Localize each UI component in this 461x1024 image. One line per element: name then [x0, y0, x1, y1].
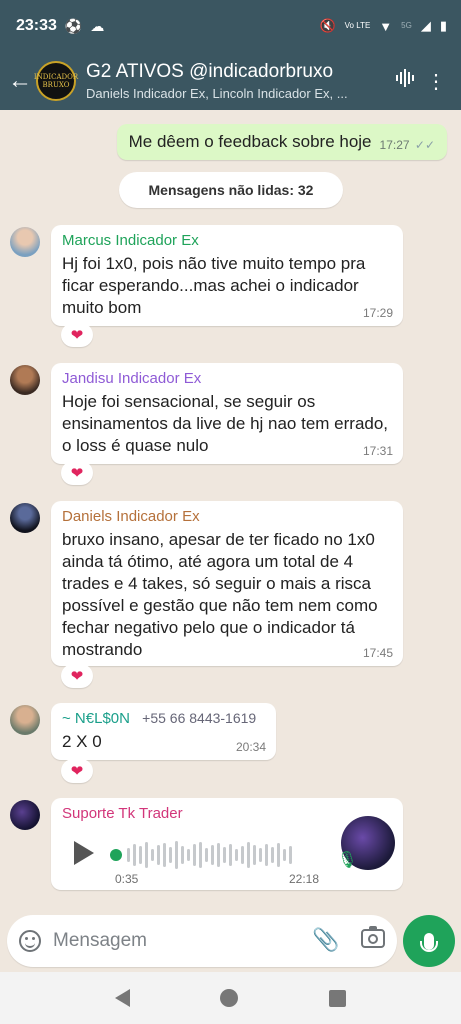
chat-header: ← INDICADOR BRUXO G2 ATIVOS @indicadorbr… [0, 52, 461, 110]
signal-icon: ◢ [420, 18, 431, 33]
message-text: Hj foi 1x0, pois não tive muito tempo pr… [62, 254, 366, 317]
reaction-badge[interactable]: ❤ [61, 461, 93, 485]
message-time: 20:34 [235, 740, 266, 754]
status-time: 23:33 [16, 17, 57, 34]
double-check-icon: ✓✓ [414, 138, 435, 152]
message-sender: Marcus Indicador Ex [62, 232, 199, 249]
group-avatar-text: INDICADOR BRUXO [33, 73, 79, 89]
battery-icon: ▮ [439, 18, 447, 33]
message-bubble[interactable]: ~ N€L$0N +55 66 8443-1619 2 X 0 20:34 [51, 703, 276, 760]
group-avatar[interactable]: INDICADOR BRUXO [33, 61, 79, 101]
voice-message[interactable]: Suporte Tk Trader 0:35 22:18 🎙 [51, 798, 403, 890]
system-nav-bar [0, 972, 461, 1024]
message-text: Hoje foi sensacional, se seguir os ensin… [62, 392, 389, 455]
heart-icon: ❤ [70, 465, 84, 482]
message-sender: Jandisu Indicador Ex [62, 370, 202, 387]
camera-icon[interactable] [361, 926, 385, 948]
avatar[interactable] [10, 800, 40, 830]
message-input[interactable] [53, 928, 293, 954]
mic-icon [420, 932, 438, 952]
nav-home-icon[interactable] [220, 989, 239, 1007]
reaction-badge[interactable]: ❤ [61, 323, 93, 347]
sender-phone: +55 66 8443-1619 [142, 710, 257, 726]
message-time: 17:45 [362, 646, 393, 660]
message-sender: Suporte Tk Trader [62, 805, 183, 822]
attach-icon[interactable]: 📎 [312, 927, 339, 953]
seek-handle[interactable] [110, 849, 122, 861]
back-arrow-icon[interactable]: ← [2, 67, 38, 95]
avatar[interactable] [10, 503, 40, 533]
message-sender-row: ~ N€L$0N +55 66 8443-1619 [62, 710, 265, 727]
wifi-icon: ▼ [379, 18, 393, 34]
message-bubble[interactable]: Daniels Indicador Ex bruxo insano, apesa… [51, 501, 403, 666]
soccer-ball-icon: ⚽ [64, 17, 83, 34]
status-bar: 23:33 ⚽ ☁ 🔇 Vo LTE ▼ 5G ◢ ▮ [0, 0, 461, 52]
nav-back-icon[interactable] [115, 989, 131, 1007]
cloud-icon: ☁ [90, 17, 105, 34]
heart-icon: ❤ [70, 327, 84, 344]
input-bar: 📎 [0, 910, 461, 972]
group-title: G2 ATIVOS @indicadorbruxo [86, 61, 334, 82]
header-titles[interactable]: G2 ATIVOS @indicadorbruxo Daniels Indica… [86, 61, 391, 101]
message-bubble[interactable]: Jandisu Indicador Ex Hoje foi sensaciona… [51, 363, 403, 464]
volte-icon: Vo LTE [344, 21, 371, 30]
outgoing-time: 17:27 [379, 138, 410, 152]
unread-banner: Mensagens não lidas: 32 [119, 172, 343, 208]
avatar[interactable] [10, 705, 40, 735]
message-text: 2 X 0 [62, 732, 102, 751]
message-time: 17:31 [362, 444, 393, 458]
play-icon[interactable] [74, 841, 94, 865]
message-sender: ~ N€L$0N [62, 710, 130, 727]
reaction-badge[interactable]: ❤ [61, 664, 93, 688]
message-bubble[interactable]: Marcus Indicador Ex Hj foi 1x0, pois não… [51, 225, 403, 326]
message-text: bruxo insano, apesar de ter ficado no 1x… [62, 530, 378, 659]
nav-recents-icon[interactable] [328, 989, 346, 1007]
more-options-icon[interactable]: ⋮ [421, 69, 451, 94]
5g-icon: 5G [401, 21, 412, 30]
audio-waveform[interactable] [127, 838, 297, 872]
message-time: 22:18 [289, 872, 320, 886]
reaction-badge[interactable]: ❤ [61, 759, 93, 783]
voice-duration: 0:35 [115, 872, 139, 886]
mute-icon: 🔇 [319, 18, 336, 33]
mic-icon: 🎙 [337, 852, 358, 869]
message-time: 17:29 [362, 306, 393, 320]
avatar[interactable] [10, 365, 40, 395]
heart-icon: ❤ [70, 668, 84, 685]
chat-area[interactable]: Me dêem o feedback sobre hoje 17:27 ✓✓ M… [0, 110, 461, 910]
message-input-container: 📎 [7, 915, 397, 967]
message-sender: Daniels Indicador Ex [62, 508, 200, 525]
group-members: Daniels Indicador Ex, Lincoln Indicador … [86, 86, 348, 101]
outgoing-text: Me dêem o feedback sobre hoje [128, 132, 372, 151]
voice-record-button[interactable] [403, 915, 455, 967]
avatar[interactable] [10, 227, 40, 257]
outgoing-message[interactable]: Me dêem o feedback sobre hoje 17:27 ✓✓ [116, 124, 447, 160]
heart-icon: ❤ [70, 763, 84, 780]
voice-chat-icon[interactable] [391, 69, 421, 93]
emoji-icon[interactable] [19, 930, 41, 952]
